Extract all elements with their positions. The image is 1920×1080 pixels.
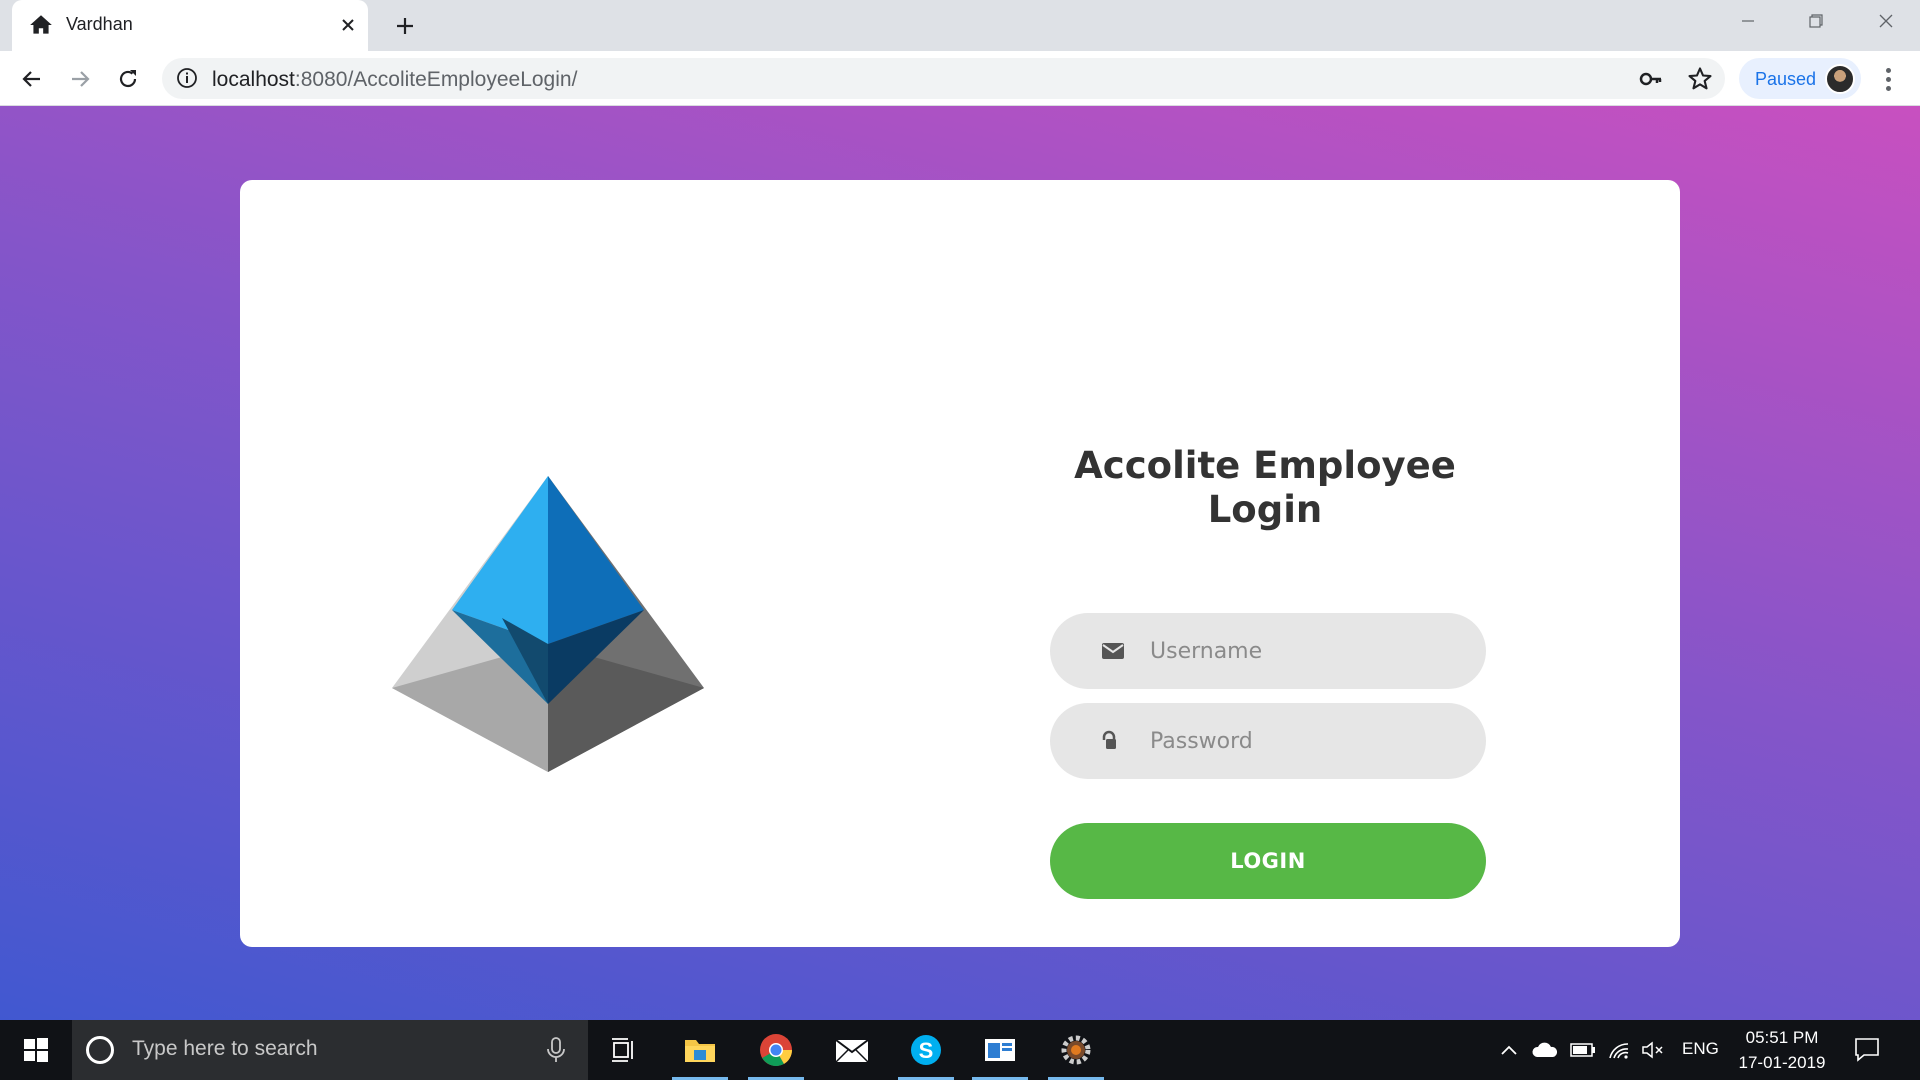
password-input[interactable] xyxy=(1150,703,1470,779)
svg-text:S: S xyxy=(919,1038,934,1063)
minimize-icon[interactable] xyxy=(1714,0,1782,42)
app-icon[interactable] xyxy=(970,1020,1030,1080)
login-card: Accolite Employee Login LOGIN xyxy=(240,180,1680,947)
clock-date: 17-01-2019 xyxy=(1738,1053,1826,1072)
tab-title: Vardhan xyxy=(66,14,133,34)
settings-gear-icon[interactable] xyxy=(1046,1020,1106,1080)
restore-icon[interactable] xyxy=(1782,0,1850,42)
reload-icon[interactable] xyxy=(112,63,144,95)
mail-icon[interactable] xyxy=(822,1020,882,1080)
info-icon[interactable] xyxy=(176,67,198,89)
chrome-icon[interactable] xyxy=(746,1020,806,1080)
windows-icon[interactable] xyxy=(0,1020,72,1080)
url-text[interactable]: localhost:8080/AccoliteEmployeeLogin/ xyxy=(212,68,577,92)
tab-strip: Vardhan xyxy=(0,0,1920,51)
profile-button[interactable]: Paused xyxy=(1739,58,1861,99)
more-menu-icon[interactable] xyxy=(1874,63,1902,95)
chevron-up-icon[interactable] xyxy=(1498,1036,1520,1064)
language-indicator[interactable]: ENG xyxy=(1682,1039,1719,1059)
browser-tab[interactable]: Vardhan xyxy=(12,0,368,51)
login-button[interactable]: LOGIN xyxy=(1050,823,1486,899)
back-icon[interactable] xyxy=(16,63,48,95)
star-icon[interactable] xyxy=(1686,65,1714,93)
skype-icon[interactable]: S xyxy=(896,1020,956,1080)
notification-icon[interactable] xyxy=(1852,1034,1882,1064)
avatar xyxy=(1825,64,1855,94)
username-field-container xyxy=(1050,613,1486,689)
browser-toolbar: localhost:8080/AccoliteEmployeeLogin/ Pa… xyxy=(0,51,1920,106)
cortana-icon[interactable] xyxy=(86,1036,114,1064)
home-icon xyxy=(28,12,54,38)
close-icon[interactable] xyxy=(335,12,361,38)
address-bar[interactable]: localhost:8080/AccoliteEmployeeLogin/ xyxy=(162,58,1725,99)
envelope-icon xyxy=(1100,639,1126,663)
password-field-container xyxy=(1050,703,1486,779)
volume-muted-icon[interactable] xyxy=(1640,1036,1666,1064)
mic-icon[interactable] xyxy=(545,1036,567,1064)
plus-icon[interactable] xyxy=(390,11,420,41)
forward-icon[interactable] xyxy=(64,63,96,95)
page-background: Accolite Employee Login LOGIN xyxy=(0,106,1920,1020)
battery-icon[interactable] xyxy=(1570,1036,1596,1064)
key-icon[interactable] xyxy=(1638,66,1664,92)
clock-time: 05:51 PM xyxy=(1745,1028,1819,1047)
wifi-icon[interactable] xyxy=(1606,1036,1632,1064)
url-path: :8080/AccoliteEmployeeLogin/ xyxy=(294,68,578,91)
profile-label: Paused xyxy=(1755,69,1817,89)
onedrive-icon[interactable] xyxy=(1530,1036,1560,1064)
window-close-icon[interactable] xyxy=(1852,0,1920,42)
search-placeholder: Type here to search xyxy=(132,1037,318,1060)
taskbar: Type here to search S ENG 05:51 PM 17-01… xyxy=(0,1020,1920,1080)
taskbar-search[interactable]: Type here to search xyxy=(72,1020,588,1080)
username-input[interactable] xyxy=(1150,613,1470,689)
task-view-icon[interactable] xyxy=(594,1020,654,1080)
url-host: localhost xyxy=(212,68,295,91)
accolite-logo xyxy=(392,476,704,772)
login-title: Accolite Employee Login xyxy=(1074,444,1456,531)
file-explorer-icon[interactable] xyxy=(670,1020,730,1080)
clock[interactable]: 05:51 PM 17-01-2019 xyxy=(1732,1025,1832,1075)
lock-icon xyxy=(1100,729,1126,753)
